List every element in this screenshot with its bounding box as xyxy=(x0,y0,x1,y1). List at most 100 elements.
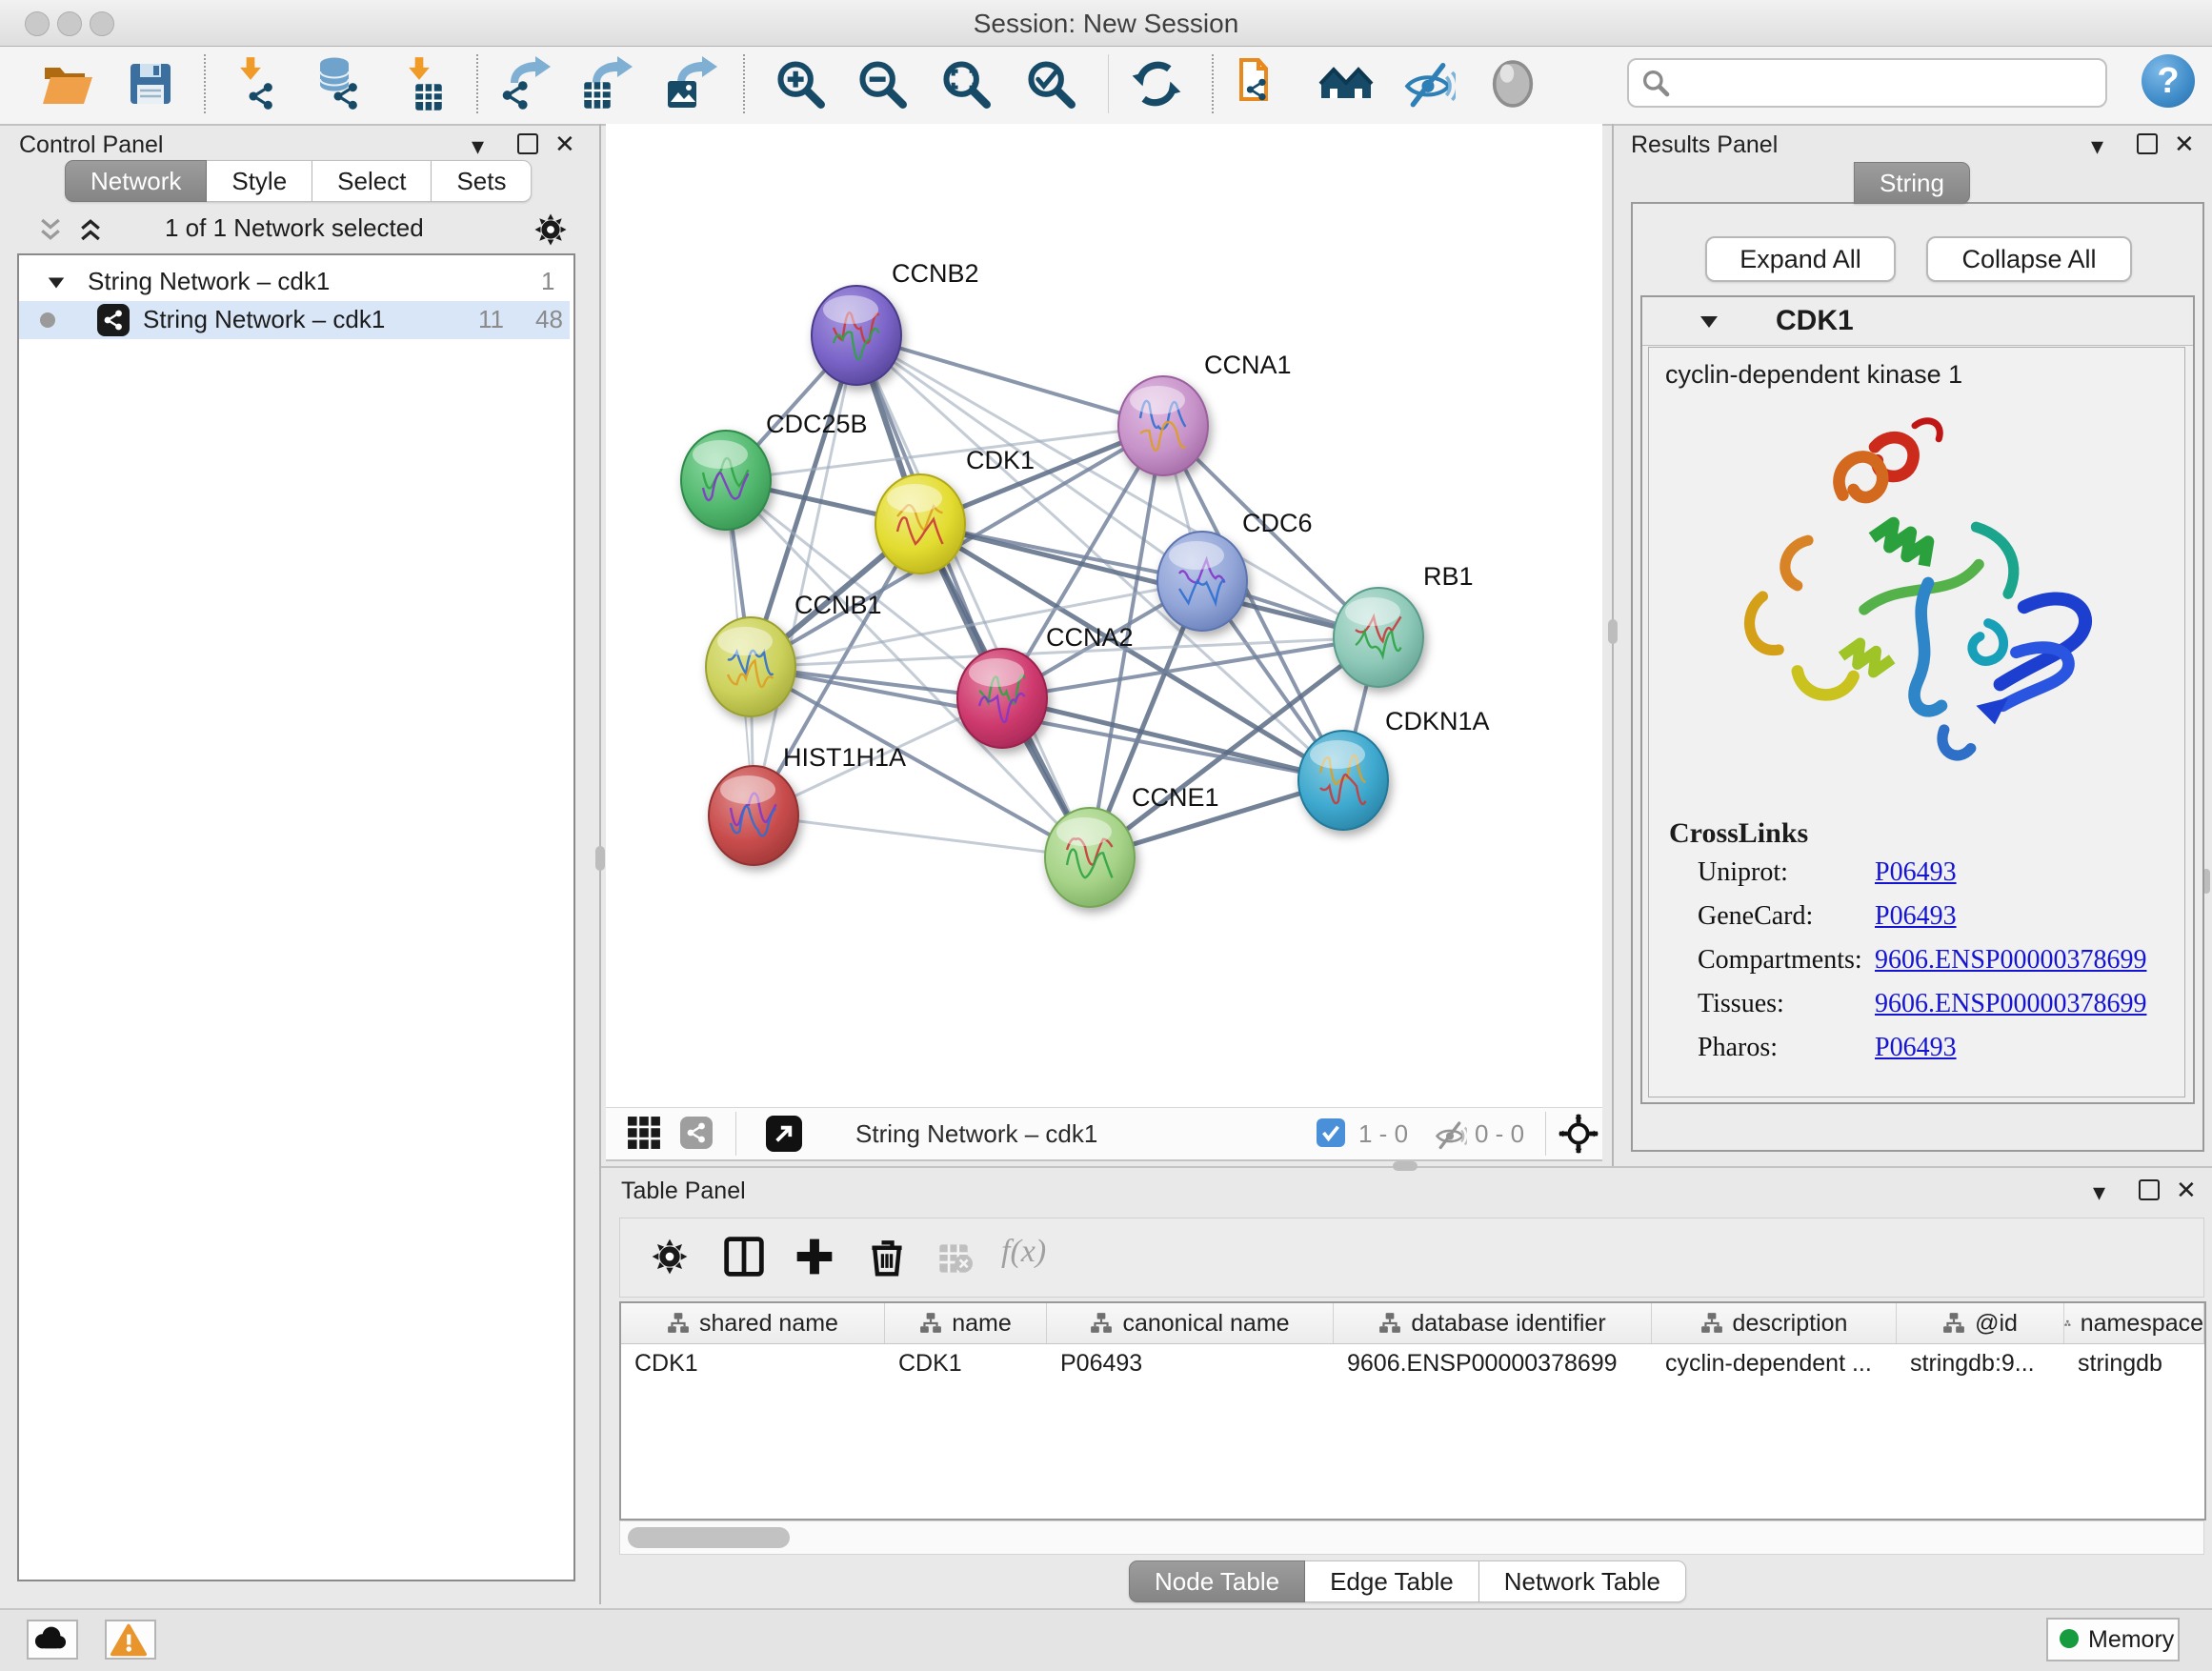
collapse-panel-icon[interactable]: ▾ xyxy=(2091,133,2103,158)
close-panel-icon[interactable]: ✕ xyxy=(2176,1178,2197,1202)
open-session-icon[interactable] xyxy=(39,56,94,111)
export-network-icon[interactable] xyxy=(497,56,553,111)
network-node-CCNA1 xyxy=(1118,376,1208,475)
refresh-icon[interactable] xyxy=(1129,56,1184,111)
network-canvas[interactable]: CCNB2CCNA1CDC25BCDK1CDC6RB1CCNB1CCNA2CDK… xyxy=(606,124,1602,1107)
collapse-panel-icon[interactable]: ▾ xyxy=(472,133,484,158)
toolbar-divider xyxy=(1108,54,1109,113)
crosslink-row: Tissues:9606.ENSP00000378699 xyxy=(1698,989,2193,1033)
table-header-row: shared namenamecanonical namedatabase id… xyxy=(621,1303,2204,1344)
close-panel-icon[interactable]: ✕ xyxy=(2174,131,2195,156)
table-horizontal-scrollbar[interactable] xyxy=(619,1520,2204,1555)
column-header--id[interactable]: @id xyxy=(1897,1303,2064,1343)
expand-all-button[interactable]: Expand All xyxy=(1705,236,1896,282)
svg-text:CCNB2: CCNB2 xyxy=(892,259,979,288)
show-all-icon[interactable] xyxy=(1485,56,1540,111)
gene-description: cyclin-dependent kinase 1 xyxy=(1665,360,1962,390)
table-row[interactable]: CDK1CDK1P064939606.ENSP00000378699cyclin… xyxy=(621,1344,2204,1382)
right-splitter[interactable] xyxy=(1612,124,1614,1166)
table-toolbar: f(x) xyxy=(619,1218,2204,1298)
tab-sets[interactable]: Sets xyxy=(432,160,532,202)
grid-view-icon[interactable] xyxy=(627,1116,661,1150)
gene-name: CDK1 xyxy=(1776,305,1854,337)
network-collection-row[interactable]: String Network – cdk1 1 xyxy=(19,263,570,301)
table-cell[interactable]: CDK1 xyxy=(885,1344,1047,1382)
delete-column-icon[interactable] xyxy=(866,1236,908,1278)
section-expander-icon[interactable] xyxy=(1698,311,1720,333)
cloud-button[interactable] xyxy=(27,1620,78,1660)
table-settings-gear-icon[interactable] xyxy=(651,1238,689,1276)
crosslink-link[interactable]: P06493 xyxy=(1875,1033,1957,1063)
column-header-shared-name[interactable]: shared name xyxy=(621,1303,885,1343)
tab-string[interactable]: String xyxy=(1854,162,1970,204)
gear-icon[interactable] xyxy=(533,212,568,247)
tab-node-table[interactable]: Node Table xyxy=(1129,1560,1305,1602)
network-node-CCNE1 xyxy=(1045,808,1135,907)
status-divider xyxy=(735,1112,736,1156)
network-graph[interactable]: CCNB2CCNA1CDC25BCDK1CDC6RB1CCNB1CCNA2CDK… xyxy=(606,124,1602,1107)
birds-eye-view-icon[interactable] xyxy=(1558,1114,1599,1154)
float-panel-icon[interactable] xyxy=(2137,133,2158,154)
table-cell[interactable]: CDK1 xyxy=(621,1344,885,1382)
collapse-all-icon[interactable] xyxy=(36,215,65,244)
tab-network-table[interactable]: Network Table xyxy=(1479,1560,1686,1602)
zoom-selected-icon[interactable] xyxy=(1023,56,1078,111)
column-header-namespace[interactable]: namespace xyxy=(2064,1303,2204,1343)
collapse-all-button[interactable]: Collapse All xyxy=(1926,236,2132,282)
export-table-icon[interactable] xyxy=(579,56,634,111)
column-header-canonical-name[interactable]: canonical name xyxy=(1047,1303,1334,1343)
tab-select[interactable]: Select xyxy=(312,160,432,202)
save-session-icon[interactable] xyxy=(123,56,178,111)
add-column-icon[interactable] xyxy=(794,1236,835,1278)
float-panel-icon[interactable] xyxy=(2139,1179,2160,1200)
table-cell[interactable]: P06493 xyxy=(1047,1344,1334,1382)
column-header-database-identifier[interactable]: database identifier xyxy=(1334,1303,1652,1343)
zoom-fit-icon[interactable] xyxy=(938,56,994,111)
crosslink-link[interactable]: 9606.ENSP00000378699 xyxy=(1875,945,2146,976)
splitter-grip[interactable] xyxy=(1608,619,1618,644)
collapse-panel-icon[interactable]: ▾ xyxy=(2093,1179,2105,1204)
crosslink-link[interactable]: P06493 xyxy=(1875,857,1957,888)
float-panel-icon[interactable] xyxy=(517,133,538,154)
table-cell[interactable]: stringdb:9... xyxy=(1897,1344,2064,1382)
crosslink-link[interactable]: P06493 xyxy=(1875,901,1957,932)
results-panel-tabs: String xyxy=(1854,162,1970,204)
tab-style[interactable]: Style xyxy=(207,160,312,202)
protein-structure-image xyxy=(1715,410,2115,810)
import-network-from-database-icon[interactable] xyxy=(310,56,365,111)
show-columns-icon[interactable] xyxy=(723,1236,765,1278)
network-row-selected[interactable]: String Network – cdk1 11 48 xyxy=(19,301,570,339)
tab-edge-table[interactable]: Edge Table xyxy=(1305,1560,1479,1602)
close-panel-icon[interactable]: ✕ xyxy=(554,131,575,156)
column-header-description[interactable]: description xyxy=(1652,1303,1897,1343)
open-in-new-window-icon[interactable] xyxy=(766,1116,802,1152)
column-header-name[interactable]: name xyxy=(885,1303,1047,1343)
scrollbar-thumb[interactable] xyxy=(628,1527,790,1548)
tab-network[interactable]: Network xyxy=(65,160,207,202)
import-table-icon[interactable] xyxy=(397,56,452,111)
export-image-icon[interactable] xyxy=(664,56,719,111)
table-cell[interactable]: 9606.ENSP00000378699 xyxy=(1334,1344,1652,1382)
crosslink-link[interactable]: 9606.ENSP00000378699 xyxy=(1875,989,2146,1019)
string-home-icon[interactable] xyxy=(1318,56,1374,111)
splitter-grip[interactable] xyxy=(1393,1161,1418,1171)
expand-all-icon[interactable] xyxy=(76,215,105,244)
memory-button[interactable]: Memory xyxy=(2046,1618,2180,1661)
crosslink-row: Compartments:9606.ENSP00000378699 xyxy=(1698,945,2193,989)
zoom-out-icon[interactable] xyxy=(855,56,910,111)
table-cell[interactable]: cyclin-dependent ... xyxy=(1652,1344,1897,1382)
gene-section-header[interactable]: CDK1 xyxy=(1642,297,2193,346)
zoom-in-icon[interactable] xyxy=(773,56,828,111)
search-input[interactable] xyxy=(1679,64,2092,100)
import-network-icon[interactable] xyxy=(231,56,286,111)
warning-button[interactable] xyxy=(105,1620,156,1660)
network-overview-icon[interactable] xyxy=(680,1117,713,1149)
hide-selected-icon[interactable] xyxy=(1400,56,1456,111)
help-icon[interactable]: ? xyxy=(2142,54,2195,108)
first-neighbors-file-icon[interactable] xyxy=(1232,56,1287,111)
selection-summary: 1 of 1 Network selected xyxy=(165,213,424,243)
tree-expander-icon[interactable] xyxy=(46,272,67,293)
splitter-grip[interactable] xyxy=(595,846,605,871)
table-cell[interactable]: stringdb xyxy=(2064,1344,2204,1382)
selected-checkbox-icon[interactable] xyxy=(1317,1118,1345,1147)
